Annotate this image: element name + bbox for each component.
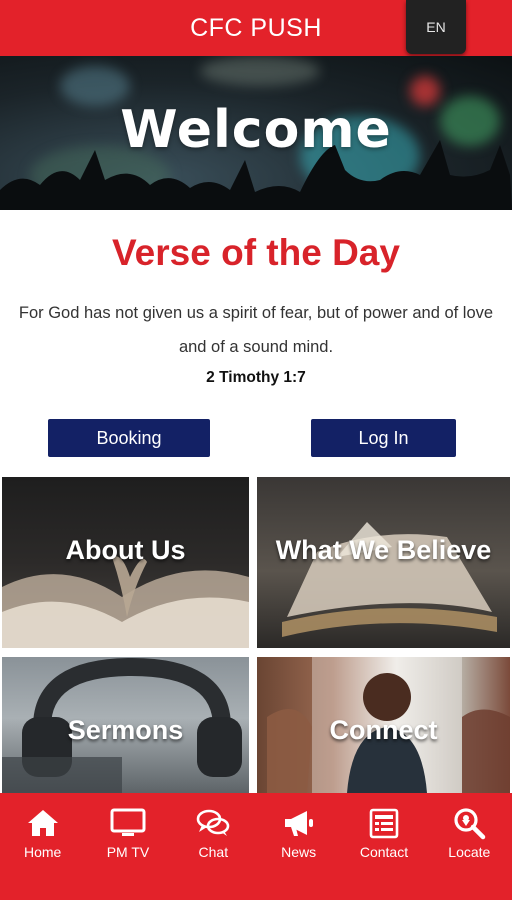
what-we-believe-tile[interactable]: What We Believe — [257, 477, 510, 648]
megaphone-icon — [284, 811, 313, 836]
app-bar: CFC PUSH EN — [0, 0, 512, 56]
nav-pm-tv-label: PM TV — [106, 844, 150, 860]
nav-chat[interactable]: Chat — [171, 793, 256, 900]
sermons-label: Sermons — [67, 715, 184, 745]
tv-icon — [110, 808, 146, 836]
connect-label: Connect — [329, 715, 438, 745]
nav-locate-label: Locate — [448, 844, 491, 860]
verse-text: For God has not given us a spirit of fea… — [18, 304, 494, 356]
about-us-label: About Us — [65, 535, 186, 565]
bible-image — [282, 522, 497, 637]
login-button[interactable]: Log In — [311, 419, 456, 457]
language-button[interactable]: EN — [406, 0, 466, 54]
nav-chat-label: Chat — [198, 844, 229, 860]
about-us-tile[interactable]: About Us — [2, 477, 249, 648]
app-title: CFC PUSH — [190, 13, 322, 42]
verse-heading: Verse of the Day — [112, 232, 400, 273]
booking-button[interactable]: Booking — [48, 419, 210, 457]
verse-reference: 2 Timothy 1:7 — [206, 369, 306, 386]
nav-home[interactable]: Home — [0, 793, 85, 900]
search-location-icon — [454, 808, 486, 840]
nav-news[interactable]: News — [256, 793, 341, 900]
welcome-title: Welcome — [120, 100, 392, 160]
nav-contact[interactable]: Contact — [341, 793, 426, 900]
what-we-believe-label: What We Believe — [275, 535, 492, 565]
bottom-navigation: Home PM TV Chat News Contact Locate — [0, 793, 512, 900]
nav-pm-tv[interactable]: PM TV — [85, 793, 170, 900]
sermons-tile[interactable]: Sermons — [2, 657, 249, 793]
chat-icon — [197, 809, 230, 836]
contact-icon — [369, 808, 399, 839]
welcome-banner: Welcome — [0, 56, 512, 210]
connect-tile[interactable]: Connect — [257, 657, 510, 793]
nav-locate[interactable]: Locate — [427, 793, 512, 900]
nav-news-label: News — [281, 844, 317, 860]
nav-contact-label: Contact — [359, 844, 409, 860]
home-icon — [27, 810, 58, 836]
nav-home-label: Home — [23, 844, 62, 860]
